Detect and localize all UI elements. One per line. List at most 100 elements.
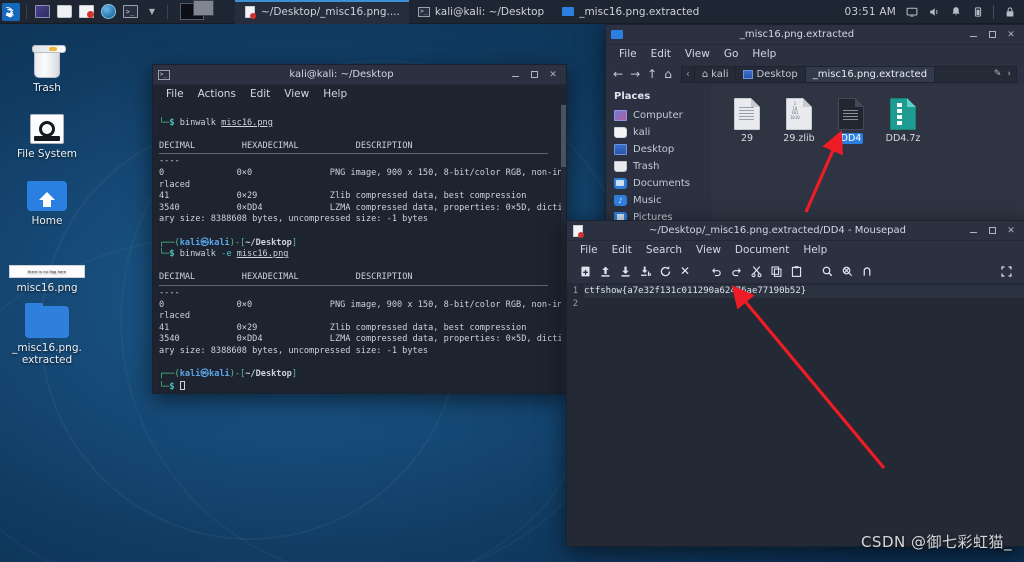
volume-icon[interactable]: [927, 5, 940, 18]
line-number-gutter: 1 2: [567, 283, 580, 546]
workspace-switcher[interactable]: [180, 0, 214, 23]
menu-edit[interactable]: Edit: [644, 47, 678, 61]
place-music[interactable]: ♪ Music: [614, 192, 711, 209]
terminal-output[interactable]: └─$ binwalk misc16.png DECIMAL HEXADECIM…: [153, 103, 566, 393]
new-file-icon[interactable]: [575, 261, 595, 281]
menu-search[interactable]: Search: [639, 243, 689, 257]
battery-icon[interactable]: [971, 5, 984, 18]
task-button-mousepad[interactable]: ~/Desktop/_misc16.png....: [235, 0, 409, 24]
file-label: DD4.7z: [885, 133, 921, 144]
mousepad-window[interactable]: ~/Desktop/_misc16.png.extracted/DD4 - Mo…: [566, 220, 1024, 547]
close-icon[interactable]: ✕: [675, 261, 695, 281]
breadcrumb-item-desktop[interactable]: Desktop: [736, 66, 806, 82]
desktop-icon-misc16-png[interactable]: there is no flag here misc16.png: [2, 232, 92, 294]
terminal-window[interactable]: >_ kali@kali: ~/Desktop ✕ File Actions E…: [152, 64, 567, 394]
terminal-titlebar[interactable]: >_ kali@kali: ~/Desktop ✕: [153, 65, 566, 85]
file-item-dd4-7z[interactable]: DD4.7z: [879, 95, 927, 144]
menu-help[interactable]: Help: [796, 243, 834, 257]
close-button[interactable]: ✕: [1006, 30, 1016, 40]
file-item-29[interactable]: 29: [723, 95, 771, 144]
place-desktop[interactable]: Desktop: [614, 141, 711, 158]
place-trash[interactable]: Trash: [614, 158, 711, 175]
breadcrumb-scroll-left[interactable]: ‹: [682, 66, 695, 82]
menu-view[interactable]: View: [689, 243, 728, 257]
desktop-icon-home[interactable]: Home: [2, 165, 92, 227]
menu-help[interactable]: Help: [745, 47, 783, 61]
file-manager-menubar: File Edit View Go Help: [606, 45, 1024, 63]
display-icon[interactable]: [905, 5, 918, 18]
row-hex: 0×0: [236, 167, 253, 178]
workspace-1[interactable]: [180, 0, 214, 20]
maximize-button[interactable]: [987, 226, 997, 236]
menu-file[interactable]: File: [573, 243, 605, 257]
menu-file[interactable]: File: [612, 47, 644, 61]
menu-document[interactable]: Document: [728, 243, 796, 257]
breadcrumb-item-extracted[interactable]: _misc16.png.extracted: [805, 66, 936, 82]
mousepad-titlebar[interactable]: ~/Desktop/_misc16.png.extracted/DD4 - Mo…: [567, 221, 1024, 241]
terminal-cursor: [179, 380, 185, 390]
find-replace-icon[interactable]: [837, 261, 857, 281]
file-item-29-zlib[interactable]: 1 10 101 1010 29.zlib: [775, 95, 823, 144]
save-file-icon[interactable]: [615, 261, 635, 281]
forward-icon[interactable]: →: [630, 67, 640, 81]
edit-path-icon[interactable]: ✎: [994, 69, 1002, 79]
terminal-launcher-icon[interactable]: [31, 0, 53, 24]
file-manager-titlebar[interactable]: _misc16.png.extracted ✕: [606, 25, 1024, 45]
maximize-button[interactable]: [529, 70, 539, 80]
place-computer[interactable]: Computer: [614, 107, 711, 124]
save-as-icon[interactable]: [635, 261, 655, 281]
menu-view[interactable]: View: [678, 47, 717, 61]
clock[interactable]: 03:51 AM: [845, 6, 896, 18]
console-launcher-icon[interactable]: >_: [119, 0, 141, 24]
menu-actions[interactable]: Actions: [191, 87, 243, 101]
home-icon[interactable]: ⌂: [664, 67, 672, 81]
menu-help[interactable]: Help: [316, 87, 354, 101]
editor-content[interactable]: ctfshow{a7e32f131c011290a62476ae77190b52…: [580, 283, 1024, 546]
close-button[interactable]: ✕: [1006, 226, 1016, 236]
notification-bell-icon[interactable]: [949, 5, 962, 18]
open-file-icon[interactable]: [595, 261, 615, 281]
redo-icon[interactable]: [726, 261, 746, 281]
desktop-icon-extracted-folder[interactable]: _misc16.png. extracted: [2, 292, 92, 366]
minimize-button[interactable]: [968, 226, 978, 236]
text-editor-launcher-icon[interactable]: [75, 0, 97, 24]
paste-icon[interactable]: [786, 261, 806, 281]
find-icon[interactable]: [817, 261, 837, 281]
menu-file[interactable]: File: [159, 87, 191, 101]
kali-menu-icon[interactable]: [0, 0, 22, 24]
browser-launcher-icon[interactable]: [97, 0, 119, 24]
menu-edit[interactable]: Edit: [243, 87, 277, 101]
task-button-terminal[interactable]: >_ kali@kali: ~/Desktop: [409, 0, 553, 24]
desktop-icon-label: _misc16.png. extracted: [12, 342, 82, 366]
mousepad-text-area[interactable]: 1 2 ctfshow{a7e32f131c011290a62476ae7719…: [567, 283, 1024, 546]
reload-icon[interactable]: [655, 261, 675, 281]
place-documents[interactable]: Documents: [614, 175, 711, 192]
desktop-icon-trash[interactable]: Trash: [2, 32, 92, 94]
menu-edit[interactable]: Edit: [605, 243, 639, 257]
task-button-filemanager[interactable]: _misc16.png.extracted: [553, 0, 708, 24]
maximize-button[interactable]: [987, 30, 997, 40]
breadcrumb-scroll-right[interactable]: ›: [1007, 69, 1011, 79]
minimize-button[interactable]: [968, 30, 978, 40]
col-decimal-header: DECIMAL: [159, 272, 196, 283]
copy-icon[interactable]: [766, 261, 786, 281]
taskbar-launchers: >_ ▼: [0, 0, 172, 23]
prompt-host: kali: [209, 237, 230, 248]
menu-view[interactable]: View: [277, 87, 316, 101]
desktop-icon-file-system[interactable]: File System: [2, 98, 92, 160]
chevron-down-icon[interactable]: ▼: [141, 0, 163, 24]
close-button[interactable]: ✕: [548, 70, 558, 80]
menu-go[interactable]: Go: [717, 47, 746, 61]
file-manager-launcher-icon[interactable]: [53, 0, 75, 24]
breadcrumb-item-kali[interactable]: ⌂ kali: [695, 66, 737, 82]
file-item-dd4[interactable]: DD4: [827, 95, 875, 144]
place-kali[interactable]: kali: [614, 124, 711, 141]
jump-to-icon[interactable]: [857, 261, 877, 281]
cut-icon[interactable]: [746, 261, 766, 281]
fullscreen-icon[interactable]: [996, 261, 1016, 281]
up-icon[interactable]: ↑: [647, 67, 657, 81]
minimize-button[interactable]: [510, 70, 520, 80]
lock-icon[interactable]: [1003, 5, 1016, 18]
undo-icon[interactable]: [706, 261, 726, 281]
back-icon[interactable]: ←: [613, 67, 623, 81]
